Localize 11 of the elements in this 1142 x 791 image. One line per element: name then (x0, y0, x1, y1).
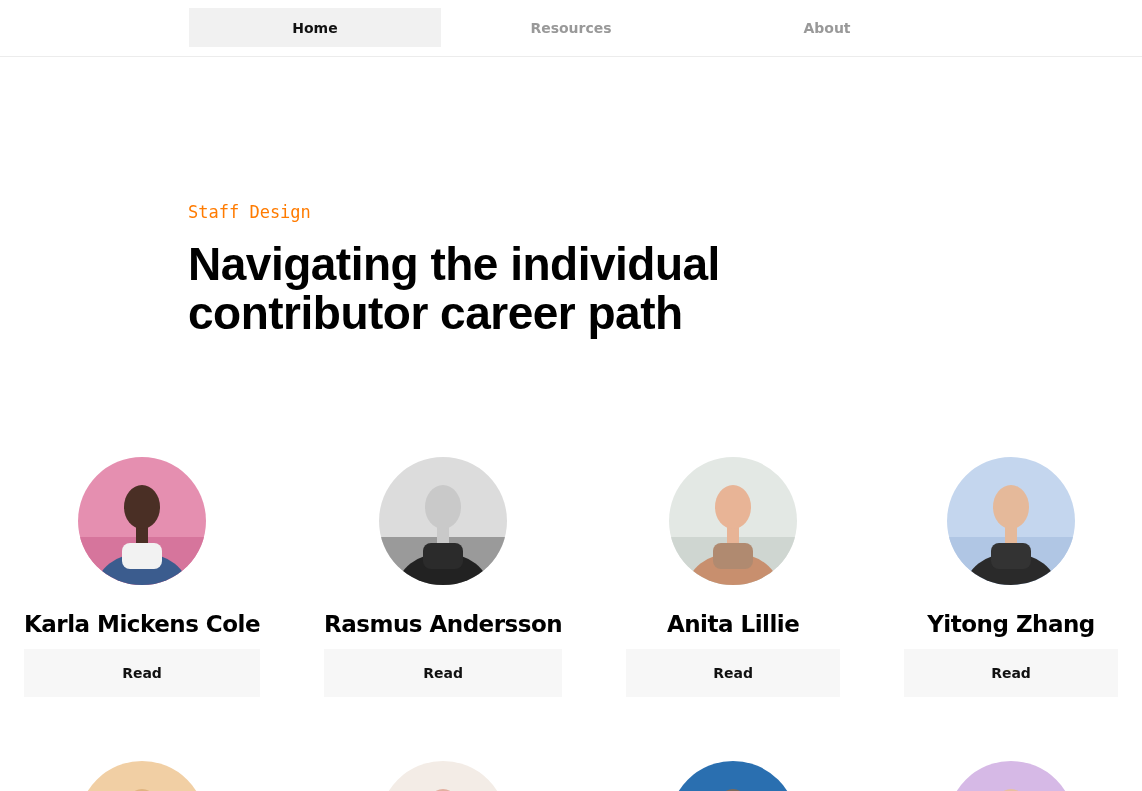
read-button[interactable]: Read (904, 649, 1118, 697)
nav-tab[interactable]: Home (189, 8, 441, 47)
read-button[interactable]: Read (626, 649, 841, 697)
read-button[interactable]: Read (324, 649, 563, 697)
person-name: Karla Mickens Cole (24, 611, 260, 639)
person-name: Rasmus Andersson (324, 611, 563, 639)
page-title: Navigating the individual contributor career path (188, 240, 721, 338)
person-name: Anita Lillie (666, 611, 800, 639)
category-label: Staff Design (188, 202, 312, 222)
read-button[interactable]: Read (24, 649, 260, 697)
person-name: Yitong Zhang (927, 611, 1095, 639)
